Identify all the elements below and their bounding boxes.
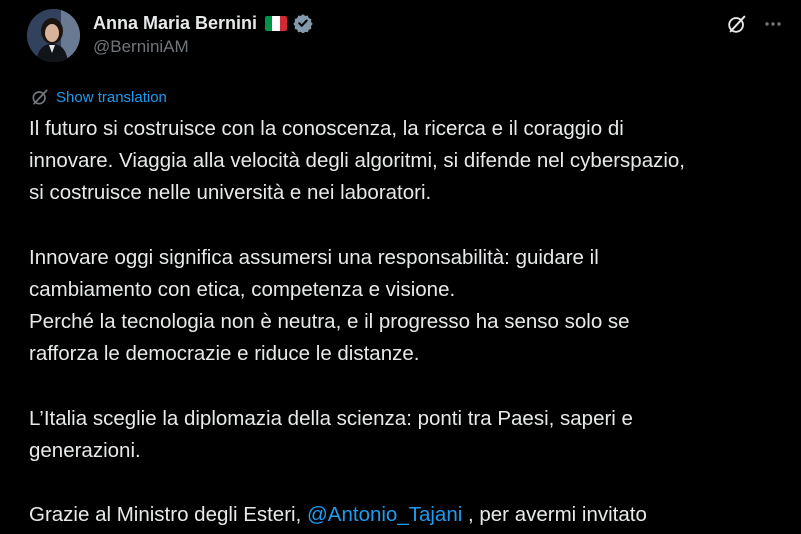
mention-link[interactable]: @Antonio_Tajani (307, 503, 462, 526)
more-horizontal-icon (765, 22, 781, 26)
grok-button[interactable] (723, 10, 751, 38)
tweet-line: Perché la tecnologia non è neutra, e il … (29, 310, 630, 334)
tweet-line: innovare. Viaggia alla velocità degli al… (29, 149, 685, 173)
tweet-line: Grazie al Ministro degli Esteri, @Antoni… (29, 499, 789, 531)
tweet-line: rafforza le democrazie e riduce le dista… (29, 342, 420, 366)
avatar[interactable] (27, 9, 80, 62)
tweet-line: cambiamento con etica, competenza e visi… (29, 278, 456, 301)
tweet-card: Anna Maria Bernini @BerniniAM Show trans… (0, 0, 801, 534)
tweet-text-segment: , per avermi invitato (462, 503, 647, 527)
author-display-name[interactable]: Anna Maria Bernini (93, 13, 257, 34)
tweet-text: Il futuro si costruisce con la conoscenz… (29, 113, 789, 532)
grok-icon (32, 89, 48, 105)
verified-badge-icon[interactable] (293, 13, 313, 34)
tweet-paragraph: Innovare oggi significa assumersi una re… (29, 242, 789, 371)
tweet-paragraph: Grazie al Ministro degli Esteri, @Antoni… (29, 499, 789, 531)
tweet-line: Il futuro si costruisce con la conoscenz… (29, 117, 624, 140)
tweet-text-segment: Grazie al Ministro degli Esteri, (29, 503, 307, 527)
author-name-row: Anna Maria Bernini (93, 10, 313, 36)
tweet-line: L’Italia sceglie la diplomazia della sci… (29, 406, 633, 430)
tweet-paragraph: L’Italia sceglie la diplomazia della sci… (29, 403, 789, 467)
author-handle[interactable]: @BerniniAM (93, 37, 189, 57)
grok-icon (728, 15, 746, 33)
tweet-line: Innovare oggi significa assumersi una re… (29, 245, 599, 269)
tweet-line: si costruisce nelle università e nei lab… (29, 181, 432, 205)
show-translation-label[interactable]: Show translation (56, 89, 167, 106)
more-options-button[interactable] (758, 10, 788, 38)
tweet-line: generazioni. (29, 439, 141, 462)
show-translation-link[interactable]: Show translation (30, 86, 167, 108)
italy-flag-icon (265, 15, 288, 31)
tweet-paragraph: Il futuro si costruisce con la conoscenz… (29, 113, 789, 210)
